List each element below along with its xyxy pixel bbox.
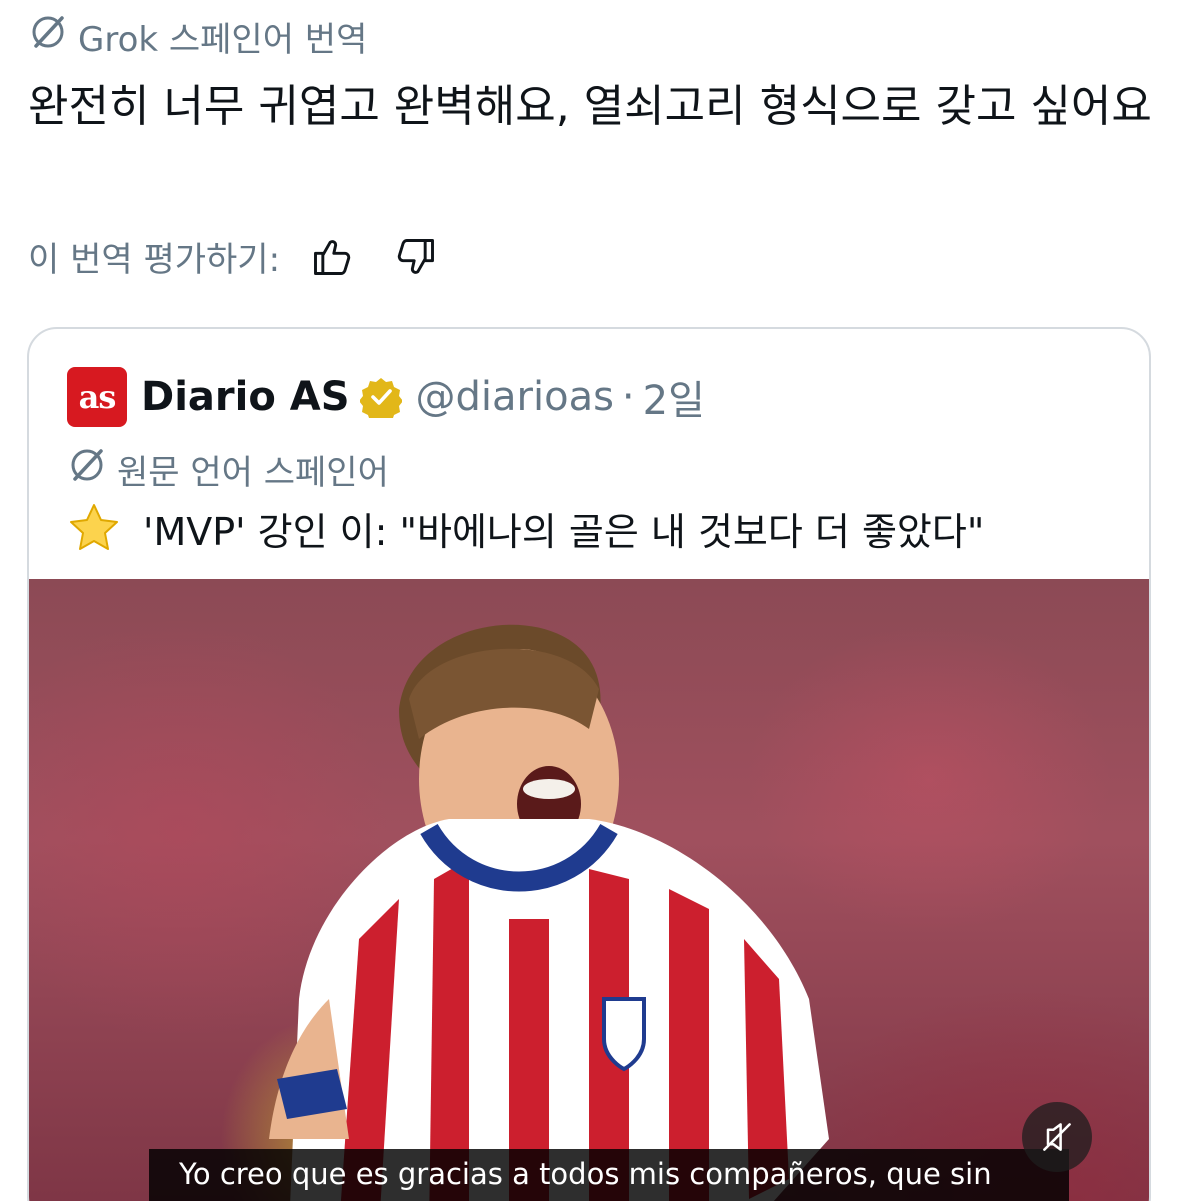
mute-button[interactable] (1022, 1102, 1092, 1172)
original-language-label: 원문 언어 스페인어 (117, 453, 389, 493)
post-time[interactable]: 2일 (643, 368, 705, 426)
quoted-post-text: 'MVP' 강인 이: "바에나의 골은 내 것보다 더 좋았다" (67, 501, 984, 556)
thumbs-down-button[interactable] (392, 233, 440, 281)
author-name[interactable]: Diario AS (141, 374, 350, 420)
translation-header-label: Grok 스페인어 번역 (78, 20, 368, 60)
star-emoji (70, 503, 118, 550)
translated-post-text: 완전히 너무 귀엽고 완벽해요, 열쇠고리 형식으로 갖고 싶어요 (28, 81, 1152, 132)
quoted-post-header: as Diario AS @diarioas · 2일 (67, 367, 705, 427)
separator-dot: · (621, 374, 635, 420)
as-tv-watermark: as TV (49, 1197, 135, 1201)
original-language-row: 원문 언어 스페인어 (67, 445, 389, 494)
mute-icon (1043, 1123, 1071, 1151)
author-avatar[interactable]: as (67, 367, 127, 427)
rate-translation-row: 이 번역 평가하기: (28, 232, 440, 281)
thumbs-up-button[interactable] (308, 233, 356, 281)
as-watermark-text: as (49, 1197, 95, 1201)
thumbs-up-icon (314, 239, 351, 275)
translate-icon (28, 12, 68, 61)
quoted-post-text-content: 'MVP' 강인 이: "바에나의 골은 내 것보다 더 좋았다" (143, 510, 985, 554)
author-handle[interactable]: @diarioas (416, 374, 614, 420)
player-image (269, 624, 829, 1201)
quoted-post-card[interactable]: as Diario AS @diarioas · 2일 원문 언어 스페인어 '… (27, 327, 1151, 1201)
video-subtitle: Yo creo que es gracias a todos mis compa… (149, 1149, 1069, 1201)
translation-header: Grok 스페인어 번역 (28, 12, 367, 61)
translate-icon (67, 445, 107, 494)
rate-translation-label: 이 번역 평가하기: (28, 240, 281, 280)
thumbs-down-icon (397, 238, 434, 274)
video-media[interactable] (29, 579, 1149, 1201)
verified-badge-icon (359, 378, 402, 418)
